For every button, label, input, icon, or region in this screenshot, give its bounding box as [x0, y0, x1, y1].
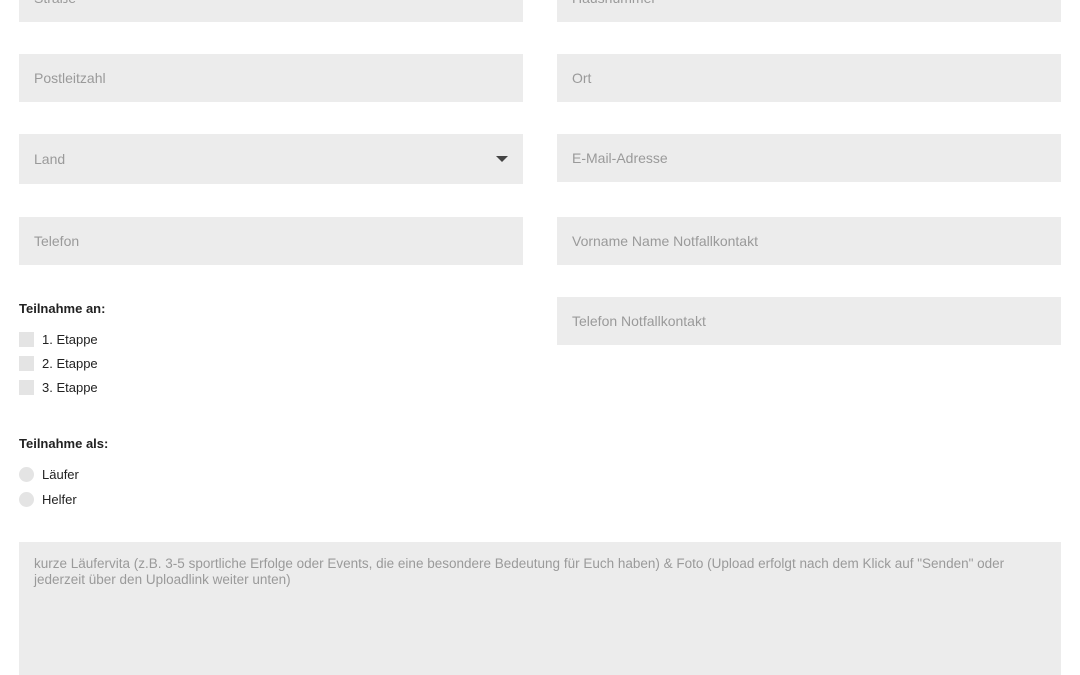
stage-1-option[interactable]: 1. Etappe	[19, 330, 98, 348]
stage-2-checkbox[interactable]	[19, 355, 34, 371]
role-title: Teilnahme als:	[19, 436, 109, 451]
participation-title: Teilnahme an:	[19, 301, 106, 316]
stage-3-option[interactable]: 3. Etappe	[19, 378, 98, 396]
stage-2-option[interactable]: 2. Etappe	[19, 354, 98, 372]
phone-field[interactable]	[19, 217, 523, 265]
email-field[interactable]	[557, 134, 1061, 182]
role-helper-radio[interactable]	[19, 491, 34, 507]
house-number-field[interactable]	[557, 0, 1061, 22]
stage-1-checkbox[interactable]	[19, 331, 34, 347]
emergency-contact-phone-field[interactable]	[557, 297, 1061, 345]
postal-code-field[interactable]	[19, 54, 523, 102]
city-field[interactable]	[557, 54, 1061, 102]
emergency-contact-name-field[interactable]	[557, 217, 1061, 265]
chevron-down-icon	[496, 156, 508, 162]
stage-2-label: 2. Etappe	[42, 355, 98, 371]
country-select-label: Land	[34, 151, 66, 167]
role-helper-option[interactable]: Helfer	[19, 490, 77, 508]
role-runner-radio[interactable]	[19, 466, 34, 482]
street-field[interactable]	[19, 0, 523, 22]
stage-3-checkbox[interactable]	[19, 379, 34, 395]
stage-1-label: 1. Etappe	[42, 331, 98, 347]
role-runner-label: Läufer	[42, 466, 79, 482]
stage-3-label: 3. Etappe	[42, 379, 98, 395]
role-helper-label: Helfer	[42, 491, 77, 507]
runner-bio-textarea[interactable]	[19, 542, 1061, 675]
role-runner-option[interactable]: Läufer	[19, 465, 79, 483]
country-select[interactable]: Land	[19, 134, 523, 184]
